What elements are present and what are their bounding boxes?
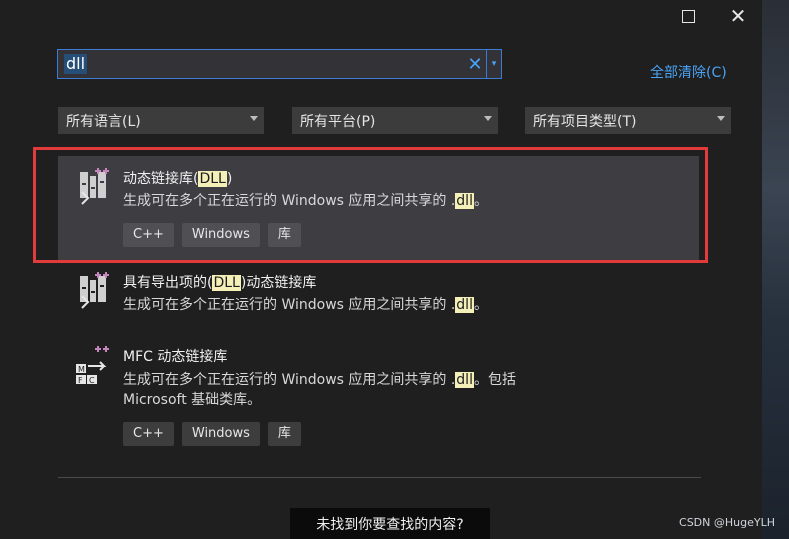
tag-library: 库 — [267, 223, 301, 247]
svg-text:M: M — [78, 365, 85, 374]
mfc-dll-project-icon: M F C — [76, 346, 109, 384]
template-description: 生成可在多个正在运行的 Windows 应用之间共享的 .dll。 — [123, 193, 488, 209]
template-description: 生成可在多个正在运行的 Windows 应用之间共享的 .dll。包括 Micro… — [123, 372, 516, 408]
template-item-mfc-dll[interactable]: M F C MFC 动态链接库 生成可在多个正在运行的 Windows 应用之间… — [58, 336, 699, 456]
chevron-down-icon — [484, 116, 492, 121]
background-wallpaper-strip — [762, 0, 789, 539]
maximize-button[interactable] — [676, 4, 700, 28]
template-tags: C++ Windows 库 — [123, 223, 301, 247]
tag-windows: Windows — [181, 422, 260, 446]
chevron-down-icon — [250, 116, 258, 121]
project-type-filter-select[interactable]: 所有项目类型(T) — [525, 107, 731, 134]
svg-text:C: C — [89, 376, 95, 384]
platform-filter-label: 所有平台(P) — [300, 113, 376, 130]
platform-filter-select[interactable]: 所有平台(P) — [292, 107, 498, 134]
project-type-filter-label: 所有项目类型(T) — [533, 113, 637, 130]
language-filter-select[interactable]: 所有语言(L) — [58, 107, 264, 134]
tag-windows: Windows — [181, 223, 260, 247]
dll-exports-project-icon — [80, 272, 109, 309]
tag-library: 库 — [267, 422, 301, 446]
close-icon: ✕ — [729, 4, 747, 28]
close-button[interactable]: ✕ — [726, 4, 750, 28]
clear-search-icon[interactable]: ✕ — [467, 50, 483, 78]
not-found-link[interactable]: 未找到你要查找的内容? — [290, 508, 490, 539]
template-item-dll-exports[interactable]: 具有导出项的(DLL)动态链接库 生成可在多个正在运行的 Windows 应用之… — [58, 262, 699, 324]
watermark: CSDN @HugeYLH — [679, 516, 775, 529]
chevron-down-icon — [717, 116, 725, 121]
search-input-selected-text: dll — [64, 54, 88, 74]
clear-all-link[interactable]: 全部清除(C) — [650, 62, 727, 82]
maximize-icon — [681, 9, 695, 23]
template-tags: C++ Windows 库 — [123, 422, 301, 446]
search-box[interactable]: dll ✕ ▾ — [57, 49, 502, 79]
svg-text:F: F — [78, 376, 83, 384]
template-title: MFC 动态链接库 — [123, 349, 228, 365]
tag-cpp: C++ — [123, 223, 174, 247]
dll-project-icon — [80, 168, 109, 205]
divider — [58, 477, 701, 478]
template-title: 具有导出项的(DLL)动态链接库 — [123, 275, 317, 291]
language-filter-label: 所有语言(L) — [66, 113, 141, 130]
template-title: 动态链接库(DLL) — [123, 171, 233, 187]
tag-cpp: C++ — [123, 422, 174, 446]
search-input[interactable] — [58, 49, 501, 79]
search-history-dropdown-icon[interactable]: ▾ — [486, 50, 501, 78]
template-item-dll[interactable]: 动态链接库(DLL) 生成可在多个正在运行的 Windows 应用之间共享的 .… — [58, 156, 699, 260]
template-description: 生成可在多个正在运行的 Windows 应用之间共享的 .dll。 — [123, 297, 488, 313]
